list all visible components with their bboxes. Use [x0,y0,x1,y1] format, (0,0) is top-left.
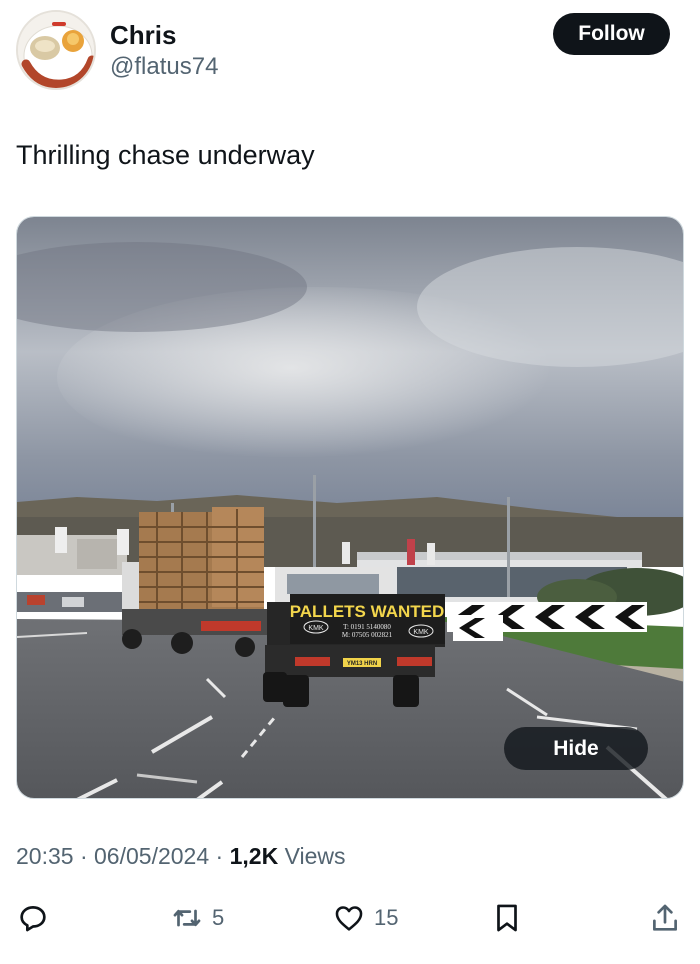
bookmark-icon [497,904,517,932]
reply-icon [20,906,46,932]
hide-button[interactable]: Hide [504,727,648,770]
heart-icon [335,906,363,931]
photo-scene: PALLETS WANTED T: 0191 5140080 M: 07505 … [17,217,683,798]
display-name[interactable]: Chris [110,20,176,51]
sign-logo-right: KMK [413,629,429,636]
user-handle[interactable]: @flatus74 [110,53,218,81]
like-button[interactable]: 15 [332,893,398,943]
views-label: Views [284,843,346,869]
like-count: 15 [374,905,399,930]
tweet-photo[interactable]: PALLETS WANTED T: 0191 5140080 M: 07505 … [16,216,684,799]
tweet-text: Thrilling chase underway [16,140,315,170]
avatar[interactable] [16,10,96,90]
follow-button[interactable]: Follow [553,13,670,55]
bookmark-button[interactable] [490,893,524,943]
number-plate: YM13 HRN [347,661,377,667]
sign-logo-left: KMK [308,625,324,632]
reply-button[interactable] [16,893,50,943]
share-icon [653,904,677,931]
sign-title: PALLETS WANTED [290,602,445,621]
tweet-date[interactable]: 06/05/2024 [94,843,209,869]
share-button[interactable] [648,893,682,943]
tweet-time[interactable]: 20:35 [16,843,74,869]
retweet-count: 5 [212,905,225,930]
avatar-image [18,12,94,88]
sign-phone-1: T: 0191 5140080 [343,623,391,631]
action-bar: 5 15 [0,893,700,943]
tweet-meta: 20:35 · 06/05/2024 · 1,2K Views [16,843,346,870]
retweet-button[interactable]: 5 [170,893,224,943]
meta-separator: · [79,843,88,869]
meta-separator: · [215,843,224,869]
sign-phone-2: M: 07505 002821 [342,631,393,639]
retweet-icon [173,909,201,927]
views-count: 1,2K [229,843,279,869]
